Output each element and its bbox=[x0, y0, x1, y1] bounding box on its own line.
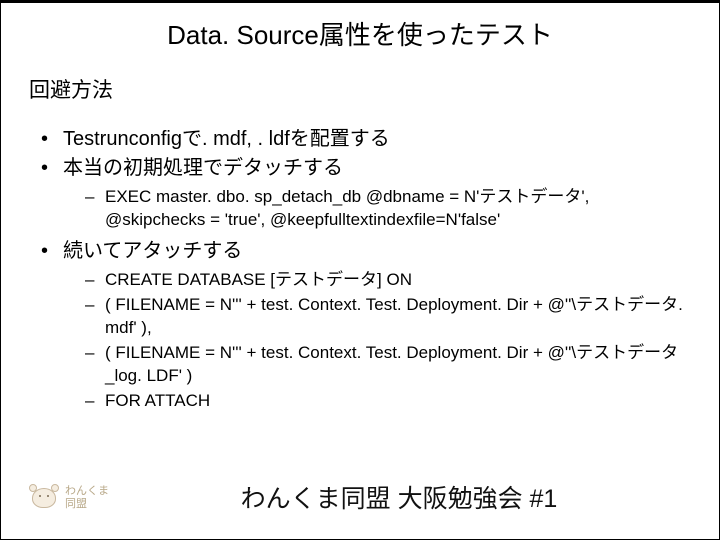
bear-icon bbox=[29, 484, 59, 510]
slide-body: Data. Source属性を使ったテスト 回避方法 Testrunconfig… bbox=[1, 1, 719, 413]
bullet-list: Testrunconfigで. mdf, . ldfを配置する 本当の初期処理で… bbox=[29, 126, 691, 413]
slide-subtitle: 回避方法 bbox=[29, 74, 691, 104]
slide-title: Data. Source属性を使ったテスト bbox=[29, 15, 691, 52]
slide-footer: わんくま 同盟 わんくま同盟 大阪勉強会 #1 bbox=[1, 473, 719, 521]
footer-title: わんくま同盟 大阪勉強会 #1 bbox=[139, 479, 719, 515]
sub-bullet-item: ( FILENAME = N''' + test. Context. Test.… bbox=[85, 342, 691, 388]
bullet-text: 本当の初期処理でデタッチする bbox=[63, 157, 343, 179]
bullet-text: 続いてアタッチする bbox=[63, 240, 242, 262]
slide-top-border bbox=[1, 1, 719, 3]
bullet-item: Testrunconfigで. mdf, . ldfを配置する bbox=[39, 126, 691, 153]
sub-bullet-item: ( FILENAME = N''' + test. Context. Test.… bbox=[85, 294, 691, 340]
footer-logo: わんくま 同盟 bbox=[29, 477, 139, 517]
sub-bullet-item: FOR ATTACH bbox=[85, 390, 691, 413]
sub-bullet-list: CREATE DATABASE [テストデータ] ON ( FILENAME =… bbox=[63, 269, 691, 413]
bullet-item: 本当の初期処理でデタッチする EXEC master. dbo. sp_deta… bbox=[39, 155, 691, 232]
bullet-text: Testrunconfigで. mdf, . ldfを配置する bbox=[63, 128, 390, 150]
logo-line-1: わんくま bbox=[65, 484, 109, 497]
logo-line-2: 同盟 bbox=[65, 497, 109, 510]
bullet-item: 続いてアタッチする CREATE DATABASE [テストデータ] ON ( … bbox=[39, 238, 691, 413]
logo-text: わんくま 同盟 bbox=[65, 484, 109, 510]
sub-bullet-list: EXEC master. dbo. sp_detach_db @dbname =… bbox=[63, 186, 691, 232]
sub-bullet-item: CREATE DATABASE [テストデータ] ON bbox=[85, 269, 691, 292]
sub-bullet-item: EXEC master. dbo. sp_detach_db @dbname =… bbox=[85, 186, 691, 232]
